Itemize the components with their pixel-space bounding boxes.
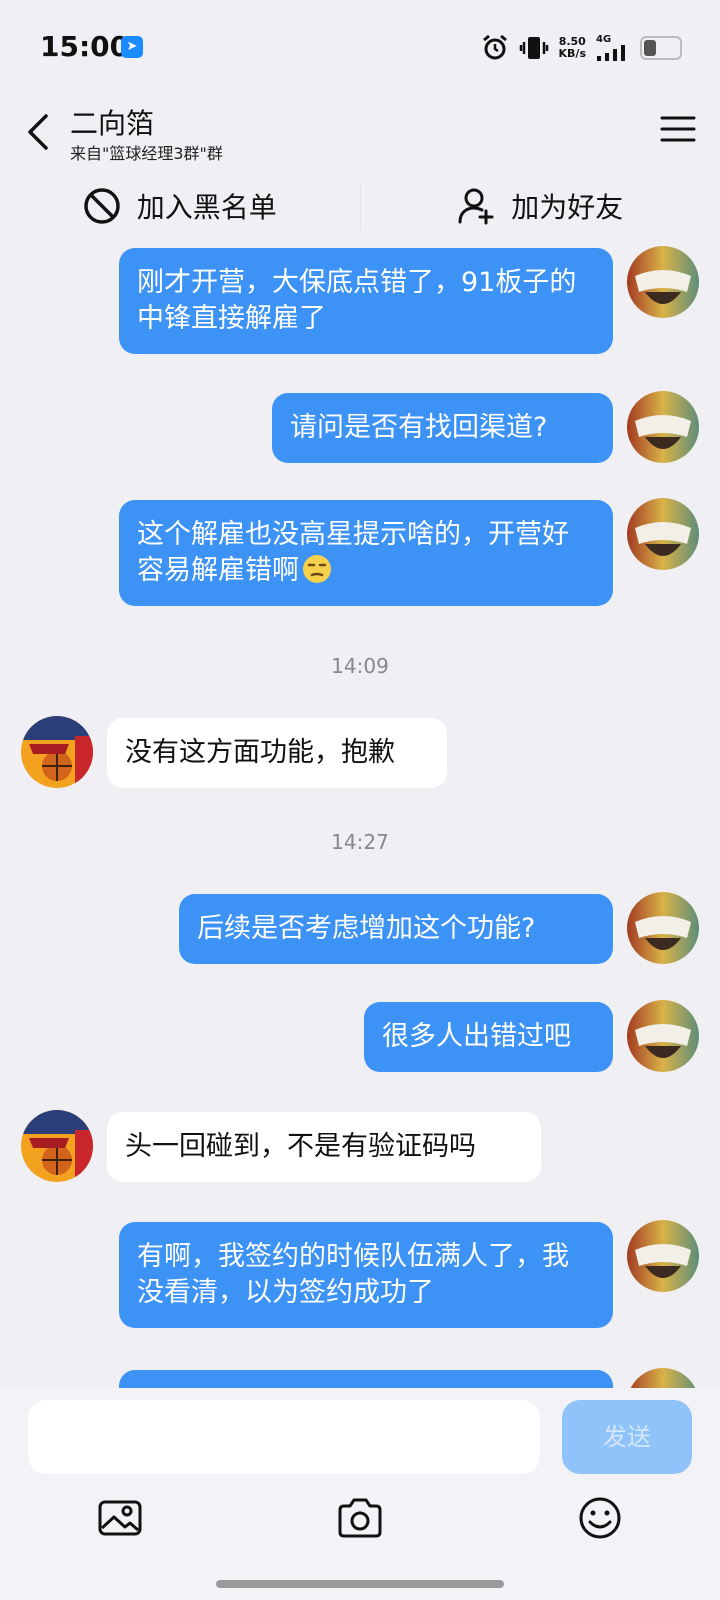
avatar[interactable] <box>21 716 93 788</box>
composer: 发送 <box>0 1388 720 1600</box>
status-time: 15:00 <box>40 30 130 63</box>
message-bubble-received[interactable]: 头一回碰到，不是有验证码吗 <box>107 1112 541 1182</box>
message-input[interactable] <box>28 1400 540 1474</box>
message-bubble-sent[interactable]: 后续是否考虑增加这个功能? <box>179 894 613 964</box>
page-title: 二向箔 <box>70 107 155 140</box>
hamburger-icon <box>660 116 696 142</box>
battery-fill <box>644 40 656 56</box>
self-avatar-image <box>627 1368 699 1388</box>
avatar[interactable] <box>627 391 699 463</box>
self-avatar-image <box>627 1220 699 1292</box>
image-button[interactable] <box>96 1494 144 1542</box>
message-bubble-sent[interactable]: 很多人出错过吧 <box>364 1002 613 1072</box>
add-friend-button[interactable]: 加为好友 <box>361 176 720 236</box>
block-icon <box>83 188 120 224</box>
avatar[interactable] <box>21 1110 93 1182</box>
emoji-button[interactable] <box>576 1494 624 1542</box>
alarm-icon <box>482 34 507 60</box>
message-list[interactable]: 刚才开营，大保底点错了，91板子的中锋直接解雇了 请问是否有找回渠道? 这个解雇… <box>0 238 720 1388</box>
menu-button[interactable] <box>660 114 696 144</box>
message-bubble-sent[interactable]: 请问是否有找回渠道? <box>272 393 613 463</box>
avatar[interactable] <box>627 246 699 318</box>
notification-app-icon: ➤ <box>121 36 143 58</box>
signal-icon <box>597 45 625 61</box>
avatar[interactable] <box>627 1000 699 1072</box>
self-avatar-image <box>627 498 699 570</box>
emoji-icon <box>579 1497 621 1539</box>
send-button[interactable]: 发送 <box>562 1400 692 1474</box>
back-button[interactable] <box>18 106 62 156</box>
self-avatar-image <box>627 391 699 463</box>
signal: 4G <box>596 35 630 61</box>
chat-header: 二向箔 来自"篮球经理3群"群 <box>0 96 720 180</box>
battery-icon <box>640 36 682 60</box>
message-bubble-sent[interactable] <box>119 1370 613 1388</box>
message-text: 这个解雇也没高星提示啥的，开营好容易解雇错啊 <box>137 519 569 586</box>
message-bubble-sent[interactable]: 这个解雇也没高星提示啥的，开营好容易解雇错啊 <box>119 500 613 606</box>
block-label: 加入黑名单 <box>136 191 277 224</box>
timestamp: 14:09 <box>331 654 389 678</box>
block-button[interactable]: 加入黑名单 <box>0 176 360 236</box>
avatar[interactable] <box>627 1220 699 1292</box>
add-friend-label: 加为好友 <box>511 191 624 224</box>
contact-actions: 加入黑名单 加为好友 <box>0 176 720 236</box>
timestamp: 14:27 <box>331 830 389 854</box>
message-bubble-sent[interactable]: 刚才开营，大保底点错了，91板子的中锋直接解雇了 <box>119 248 613 354</box>
basketball-avatar-image <box>21 716 93 788</box>
add-user-icon <box>458 188 494 225</box>
vibrate-icon <box>519 37 548 59</box>
status-bar: 15:00 ➤ 8.50 KB/s 4G <box>0 0 720 96</box>
avatar[interactable] <box>627 498 699 570</box>
camera-icon <box>338 1498 382 1538</box>
network-speed: 8.50 KB/s <box>558 35 586 60</box>
self-avatar-image <box>627 892 699 964</box>
message-bubble-received[interactable]: 没有这方面功能，抱歉 <box>107 718 447 788</box>
image-icon <box>98 1500 142 1536</box>
chevron-left-icon <box>28 114 48 150</box>
message-bubble-sent[interactable]: 有啊，我签约的时候队伍满人了，我没看清，以为签约成功了 <box>119 1222 613 1328</box>
avatar[interactable] <box>627 1368 699 1388</box>
page-subtitle: 来自"篮球经理3群"群 <box>70 144 223 163</box>
basketball-avatar-image <box>21 1110 93 1182</box>
self-avatar-image <box>627 246 699 318</box>
status-icons: 8.50 KB/s 4G <box>481 30 682 66</box>
network-type: 4G <box>596 34 612 45</box>
home-indicator[interactable] <box>216 1580 504 1588</box>
camera-button[interactable] <box>336 1494 384 1542</box>
avatar[interactable] <box>627 892 699 964</box>
emoji-smirk-icon <box>303 555 331 583</box>
self-avatar-image <box>627 1000 699 1072</box>
